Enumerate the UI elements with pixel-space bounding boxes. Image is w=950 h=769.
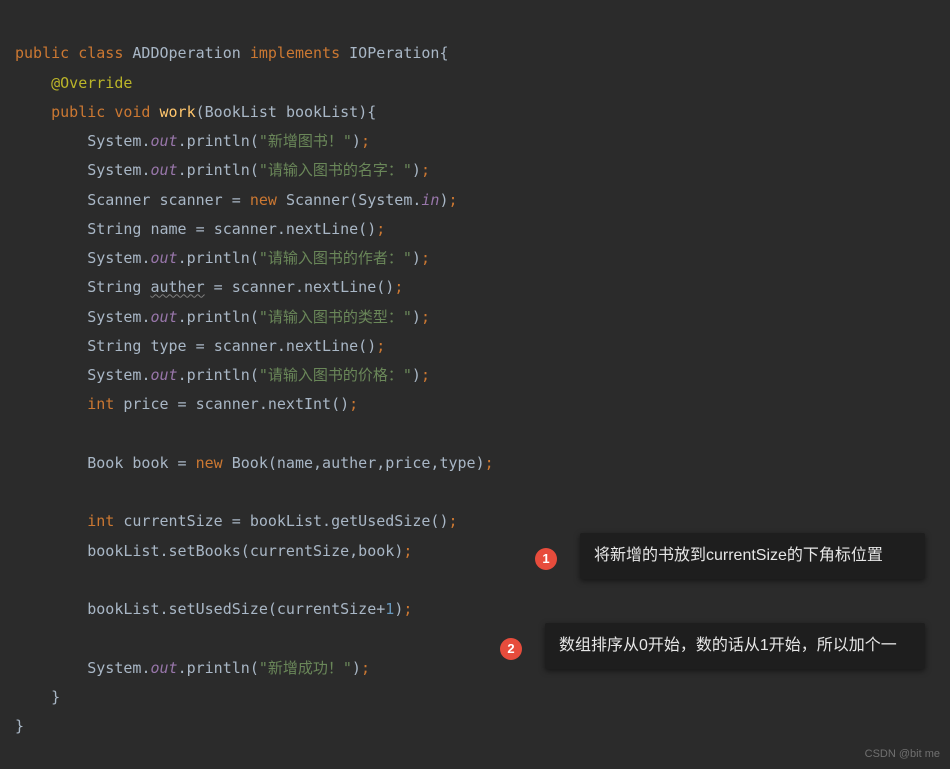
- code-statement: System.out.println("请输入图书的作者：");: [87, 249, 430, 267]
- code-statement: bookList.setBooks(currentSize,book);: [87, 542, 412, 560]
- brace-close: }: [51, 688, 60, 706]
- annotation-badge-2: 2: [500, 638, 522, 660]
- class-name: ADDOperation: [132, 44, 240, 62]
- interface-name: IOPeration: [349, 44, 439, 62]
- code-statement: int currentSize = bookList.getUsedSize()…: [87, 512, 457, 530]
- code-statement: System.out.println("请输入图书的价格：");: [87, 366, 430, 384]
- method-name: work: [160, 103, 196, 121]
- code-statement: System.out.println("请输入图书的名字：");: [87, 161, 430, 179]
- code-statement: String type = scanner.nextLine();: [87, 337, 385, 355]
- param-type: BookList: [205, 103, 277, 121]
- keyword-implements: implements: [250, 44, 340, 62]
- keyword-public: public: [15, 44, 69, 62]
- code-statement: System.out.println("新增图书！");: [87, 132, 370, 150]
- brace: {: [367, 103, 376, 121]
- annotation-note-2: 数组排序从0开始，数的话从1开始，所以加个一: [545, 623, 925, 669]
- code-statement: Book book = new Book(name,auther,price,t…: [87, 454, 493, 472]
- code-statement: int price = scanner.nextInt();: [87, 395, 358, 413]
- annotation-note-1: 将新增的书放到currentSize的下角标位置: [580, 533, 925, 579]
- annotation-badge-1: 1: [535, 548, 557, 570]
- keyword-void: void: [114, 103, 150, 121]
- brace-close: }: [15, 717, 24, 735]
- keyword-class: class: [78, 44, 123, 62]
- code-statement: Scanner scanner = new Scanner(System.in)…: [87, 191, 457, 209]
- param-name: bookList: [286, 103, 358, 121]
- watermark: CSDN @bit me: [865, 744, 940, 765]
- brace: {: [439, 44, 448, 62]
- code-statement: System.out.println("请输入图书的类型：");: [87, 308, 430, 326]
- annotation-override: @Override: [51, 74, 132, 92]
- code-statement: bookList.setUsedSize(currentSize+1);: [87, 600, 412, 618]
- code-statement: String auther = scanner.nextLine();: [87, 278, 403, 296]
- code-statement: String name = scanner.nextLine();: [87, 220, 385, 238]
- code-statement: System.out.println("新增成功！");: [87, 659, 370, 677]
- keyword-public: public: [51, 103, 105, 121]
